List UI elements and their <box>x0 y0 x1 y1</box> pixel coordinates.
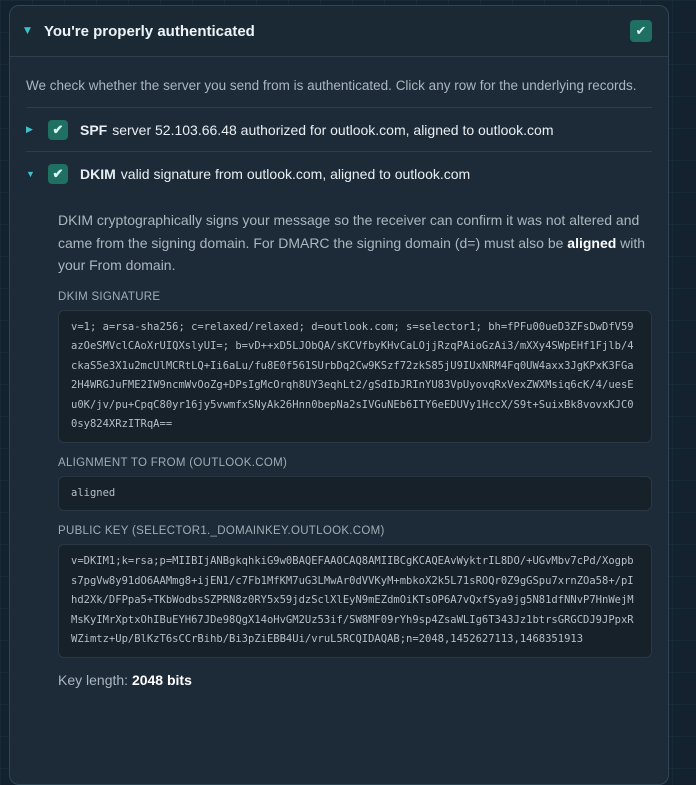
alignment-label: ALIGNMENT TO FROM (OUTLOOK.COM) <box>58 456 288 469</box>
intro-text: We check whether the server you send fro… <box>26 78 637 93</box>
collapse-caret-icon[interactable]: ▼ <box>24 26 44 36</box>
key-length: Key length: 2048 bits <box>58 672 652 688</box>
dkim-signature-value[interactable]: v=1; a=rsa-sha256; c=relaxed/relaxed; d=… <box>58 309 652 443</box>
dkim-explanation-bold: aligned <box>567 234 617 251</box>
spf-row-text: server 52.103.66.48 authorized for outlo… <box>112 121 554 138</box>
expand-caret-icon[interactable]: ▶ <box>26 124 48 135</box>
collapse-caret-icon[interactable]: ▼ <box>26 169 48 179</box>
dkim-check-icon: ✔ <box>48 163 68 184</box>
authentication-panel: ▼ You're properly authenticated ✔ We che… <box>9 5 669 785</box>
dkim-signature-label: DKIM SIGNATURE <box>58 290 161 303</box>
dkim-detail: DKIM cryptographically signs your messag… <box>26 195 652 688</box>
status-check-icon: ✔ <box>630 20 652 42</box>
public-key-label: PUBLIC KEY (SELECTOR1._DOMAINKEY.OUTLOOK… <box>58 525 385 537</box>
dkim-row[interactable]: ▼ ✔ DKIM valid signature from outlook.co… <box>26 151 652 195</box>
panel-title: You're properly authenticated <box>44 22 255 40</box>
panel-body: We check whether the server you send fro… <box>10 57 668 688</box>
spf-row-name: SPF <box>80 121 108 138</box>
dkim-explanation: DKIM cryptographically signs your messag… <box>58 209 652 277</box>
panel-header[interactable]: ▼ You're properly authenticated ✔ <box>10 6 668 57</box>
spf-check-icon: ✔ <box>48 119 68 140</box>
key-length-value: 2048 bits <box>131 671 192 688</box>
dkim-row-text: valid signature from outlook.com, aligne… <box>120 165 471 182</box>
dkim-row-name: DKIM <box>80 165 116 182</box>
alignment-value[interactable]: aligned <box>58 475 652 511</box>
spf-row[interactable]: ▶ ✔ SPF server 52.103.66.48 authorized f… <box>26 107 652 151</box>
public-key-value[interactable]: v=DKIM1;k=rsa;p=MIIBIjANBgkqhkiG9w0BAQEF… <box>58 544 652 658</box>
key-length-label: Key length: <box>58 671 132 688</box>
dkim-explanation-pre: DKIM cryptographically signs your messag… <box>58 212 640 251</box>
